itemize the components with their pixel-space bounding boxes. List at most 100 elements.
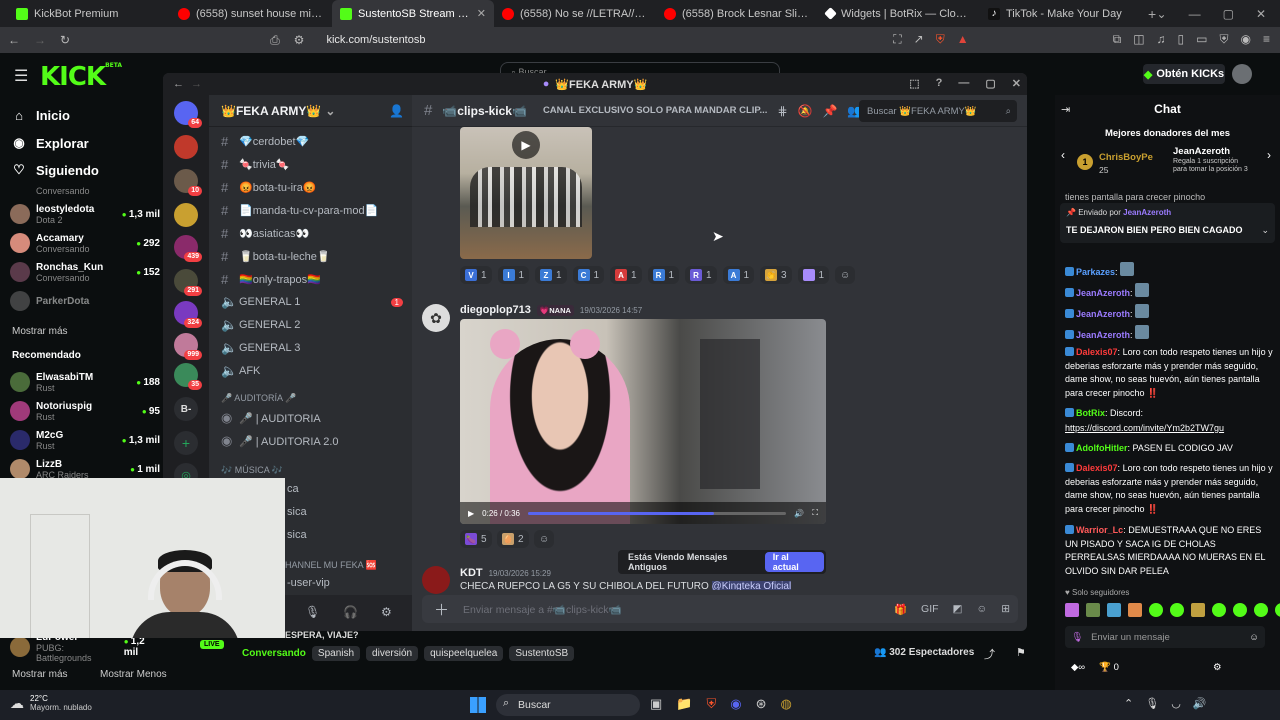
nav-explorar[interactable]: ◉ Explorar — [12, 135, 88, 151]
category-link[interactable]: Conversando — [242, 648, 306, 659]
get-kicks-button[interactable]: ◆ Obtén KICKs — [1143, 64, 1225, 84]
mute-icon[interactable]: 🔕 — [798, 104, 813, 118]
browser-tab[interactable]: (6558) Brock Lesnar Slips and Falls d — [656, 0, 818, 27]
share-icon[interactable]: ⤴ — [984, 646, 995, 662]
more-icon[interactable]: ⚑ — [1016, 646, 1026, 659]
wifi-icon[interactable]: ◡ — [1171, 697, 1181, 710]
recommended-streamer[interactable]: M2cGRust1,3 mil — [10, 426, 160, 454]
show-more-link[interactable]: Mostrar más — [12, 669, 68, 680]
discord-icon[interactable]: ◉ — [730, 696, 741, 712]
play-icon[interactable]: ▶ — [512, 131, 540, 159]
followed-streamer[interactable]: AccamaryConversando292 — [10, 229, 160, 257]
followed-streamer-offline[interactable]: ParkerDota — [10, 287, 160, 315]
server-name[interactable]: 👑FEKA ARMY👑 ⌄ 👤 — [209, 95, 412, 127]
app-icon[interactable]: ◍ — [781, 696, 792, 712]
mic-icon[interactable]: 🎙 — [305, 605, 320, 619]
play-icon[interactable]: ▶ — [468, 509, 474, 518]
tag[interactable]: diversión — [366, 646, 419, 661]
pinned-message[interactable]: 📌 Enviado por JeanAzeroth TE DEJARON BIE… — [1060, 203, 1275, 243]
chevron-down-icon[interactable]: ⌄ — [1157, 7, 1167, 21]
dm-icon[interactable]: 64 — [174, 101, 202, 128]
message-input[interactable]: ＋ Enviar mensaje a #📹clips-kick📹 🎁 GIF ◩… — [422, 595, 1018, 623]
server-icon[interactable]: 35 — [174, 363, 202, 390]
emote-icon[interactable] — [1254, 603, 1268, 617]
chevron-down-icon[interactable]: ⌄ — [1261, 225, 1269, 236]
sticker-icon[interactable]: ◩ — [953, 603, 963, 615]
add-member-icon[interactable]: 👤 — [389, 104, 404, 118]
reload-icon[interactable]: ↻ — [60, 33, 70, 47]
tab-search-icon[interactable]: ◫ — [1133, 32, 1144, 47]
chat-username[interactable]: JeanAzeroth — [1076, 309, 1130, 319]
channel-topic[interactable]: CANAL EXCLUSIVO SOLO PARA MANDAR CLIP... — [543, 105, 768, 116]
weather-widget[interactable]: ☁ 22°C Mayorm. nublado — [10, 694, 92, 712]
task-view-icon[interactable]: ▣ — [650, 696, 662, 712]
points-icon[interactable]: ◆∞ — [1071, 662, 1085, 673]
new-tab-icon[interactable]: + — [1148, 6, 1156, 22]
volume-icon[interactable]: 🔊 — [794, 509, 804, 518]
reaction-chip[interactable]: C1 — [572, 266, 605, 284]
server-icon[interactable]: 439 — [174, 235, 202, 262]
wallet-icon[interactable]: ▭ — [1196, 32, 1207, 47]
close-icon[interactable]: ✕ — [1012, 77, 1021, 90]
message-image[interactable]: ▶ — [460, 127, 592, 259]
bookmark-icon[interactable]: ⎙ — [270, 33, 280, 48]
profile-icon[interactable]: ◉ — [1241, 32, 1251, 47]
chat-username[interactable]: Dalexis07 — [1076, 463, 1118, 473]
tag[interactable]: quispeelquelea — [424, 646, 504, 661]
reaction-chip[interactable]: I1 — [497, 266, 530, 284]
emoji-icon[interactable]: ☺ — [1249, 632, 1259, 643]
apps-icon[interactable]: ⊞ — [1001, 603, 1010, 615]
show-more-link[interactable]: Mostrar más — [12, 326, 68, 337]
tag[interactable]: Spanish — [311, 646, 361, 661]
kick-logo[interactable]: KICKBETA — [40, 62, 122, 92]
taskbar-search[interactable]: Buscar — [496, 694, 640, 716]
voice-channel-item[interactable]: 🔈 GENERAL 11 — [217, 291, 407, 313]
browser-tab[interactable]: ♪ TikTok - Make Your Day — [980, 0, 1142, 27]
back-icon[interactable]: ← — [8, 33, 20, 47]
inbox-icon[interactable]: ⬚ — [909, 77, 919, 90]
media-icon[interactable]: ♫ — [1157, 32, 1166, 47]
emoji-icon[interactable]: ☺ — [976, 603, 987, 615]
nav-siguiendo[interactable]: ♡ Siguiendo — [12, 162, 99, 178]
maximize-icon[interactable]: ▢ — [985, 77, 995, 90]
mic-icon[interactable]: 🎙 — [1071, 632, 1083, 643]
add-reaction-icon[interactable]: ☺ — [835, 266, 856, 284]
voice-channel-item[interactable]: 🔈 GENERAL 3 — [217, 337, 407, 359]
gif-icon[interactable]: GIF — [921, 603, 939, 615]
channel-item[interactable]: # 👀asiaticas👀 — [217, 222, 407, 244]
mic-icon[interactable]: 🎙 — [1145, 697, 1159, 710]
reaction-chip[interactable]: R1 — [647, 266, 680, 284]
browser-tab-active[interactable]: SustentoSB Stream - Watch L ✕ — [332, 0, 494, 27]
stage-channel-item[interactable]: ◉ 🎤 | AUDITORIA — [217, 407, 407, 429]
volume-icon[interactable]: 🔊 — [1193, 697, 1207, 710]
followed-streamer[interactable]: leostyledotaDota 21,3 mil — [10, 200, 160, 228]
reaction-chip[interactable]: 🍆 5 — [460, 530, 492, 548]
stage-channel-item[interactable]: ◉ 🎤 | AUDITORIA 2.0 — [217, 430, 407, 452]
maximize-icon[interactable]: ▢ — [1223, 7, 1234, 21]
channel-item[interactable]: # 😡bota-tu-ira😡 — [217, 176, 407, 198]
reaction-chip[interactable]: Z1 — [535, 266, 567, 284]
followed-streamer[interactable]: Ronchas_KunConversando152 — [10, 258, 160, 286]
headphones-icon[interactable]: 🎧 — [343, 605, 358, 619]
user-avatar[interactable] — [422, 566, 450, 594]
recommended-streamer[interactable]: NotoriuspigRust95 — [10, 397, 160, 425]
emote-icon[interactable] — [1275, 603, 1280, 617]
browser-tab[interactable]: (6558) sunset house mix - YouTube — [170, 0, 332, 27]
user-avatar[interactable]: ✿ — [422, 304, 450, 332]
emote-icon[interactable] — [1128, 603, 1142, 617]
reaction-chip[interactable]: R1 — [685, 266, 717, 284]
extension-icon[interactable]: ⛶ — [893, 32, 901, 47]
chat-settings-icon[interactable]: ⚙ — [1213, 662, 1222, 673]
donor-name[interactable]: JeanAzeroth — [1173, 146, 1230, 157]
server-icon[interactable] — [174, 135, 198, 159]
user-avatar[interactable] — [1232, 64, 1252, 84]
chat-username[interactable]: Warrior_Lc — [1076, 525, 1123, 535]
emote-icon[interactable] — [1107, 603, 1121, 617]
jump-to-present-button[interactable]: Ir al actual — [764, 552, 824, 572]
pinned-username[interactable]: JeanAzeroth — [1123, 208, 1171, 217]
add-server-icon[interactable]: + — [174, 431, 198, 455]
sidebar-icon[interactable]: ▯ — [1178, 32, 1185, 47]
server-icon[interactable]: 999 — [174, 333, 202, 360]
server-icon[interactable] — [174, 203, 198, 227]
close-tab-icon[interactable]: ✕ — [477, 7, 486, 20]
